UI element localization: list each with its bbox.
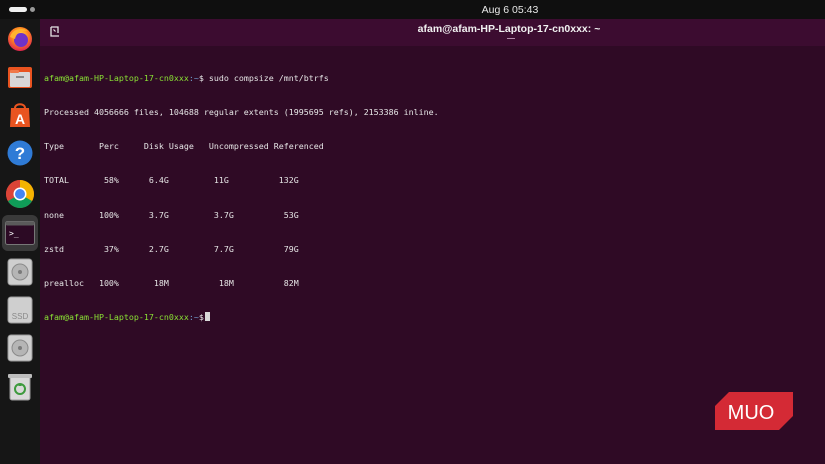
svg-text:A: A — [15, 111, 25, 127]
command-line: afam@afam-HP-Laptop-17-cn0xxx:~$ sudo co… — [44, 73, 814, 84]
dock-item-help[interactable]: ? — [4, 137, 36, 169]
prompt-user: afam@afam-HP-Laptop-17-cn0xxx — [44, 312, 189, 323]
dock-item-disk[interactable] — [4, 256, 36, 288]
dock-item-files[interactable] — [4, 61, 36, 93]
output-line: prealloc 100% 18M 18M 82M — [44, 278, 299, 289]
svg-text:MUO: MUO — [728, 402, 775, 424]
terminal-output[interactable]: afam@afam-HP-Laptop-17-cn0xxx:~$ sudo co… — [44, 50, 814, 346]
command-text: sudo compsize /mnt/btrfs — [203, 72, 329, 83]
dock: A ? >_ SSD — [0, 19, 40, 464]
output-line: zstd 37% 2.7G 7.7G 79G — [44, 243, 299, 254]
disk-icon — [7, 334, 33, 362]
ssd-icon: SSD — [7, 296, 33, 324]
clock[interactable]: Aug 6 05:43 — [0, 4, 825, 16]
text-cursor — [204, 312, 210, 322]
prompt-path: :~ — [188, 312, 199, 323]
dock-item-chrome[interactable] — [4, 178, 36, 210]
top-bar: Aug 6 05:43 — [0, 0, 825, 19]
dock-item-disk-2[interactable] — [4, 332, 36, 364]
firefox-icon — [8, 27, 32, 51]
output-line: none 100% 3.7G 3.7G 53G — [44, 209, 299, 220]
dock-item-trash[interactable] — [4, 371, 36, 403]
svg-text:?: ? — [15, 144, 25, 163]
title-bar[interactable]: afam@afam-HP-Laptop-17-cn0xxx: ~ — [40, 19, 825, 46]
app-center-icon: A — [10, 103, 30, 127]
dock-item-terminal[interactable]: >_ — [2, 215, 38, 251]
chrome-icon — [6, 180, 34, 208]
output-line: Processed 4056666 files, 104688 regular … — [44, 107, 439, 118]
prompt-path: :~ — [188, 72, 199, 83]
terminal-window[interactable]: afam@afam-HP-Laptop-17-cn0xxx: ~ afam@af… — [40, 19, 825, 464]
terminal-icon: >_ — [5, 221, 35, 245]
disk-icon — [7, 258, 33, 286]
svg-text:SSD: SSD — [12, 312, 29, 321]
trash-icon — [8, 374, 32, 401]
current-prompt-line[interactable]: afam@afam-HP-Laptop-17-cn0xxx:~$ — [44, 312, 814, 323]
window-title: afam@afam-HP-Laptop-17-cn0xxx: ~ — [417, 23, 601, 35]
title-underline — [507, 38, 515, 39]
prompt-user: afam@afam-HP-Laptop-17-cn0xxx — [44, 72, 189, 83]
output-header-line: Type Perc Disk Usage Uncompressed Refere… — [44, 141, 324, 152]
muo-watermark: MUO — [715, 392, 793, 430]
dock-item-ssd[interactable]: SSD — [4, 294, 36, 326]
dock-item-app-center[interactable]: A — [4, 99, 36, 131]
svg-text:>_: >_ — [9, 229, 19, 238]
prompt-symbol: $ — [198, 312, 204, 323]
dock-item-firefox[interactable] — [4, 23, 36, 55]
output-line: TOTAL 58% 6.4G 11G 132G — [44, 175, 299, 186]
help-icon: ? — [7, 140, 33, 166]
files-icon — [8, 67, 32, 88]
